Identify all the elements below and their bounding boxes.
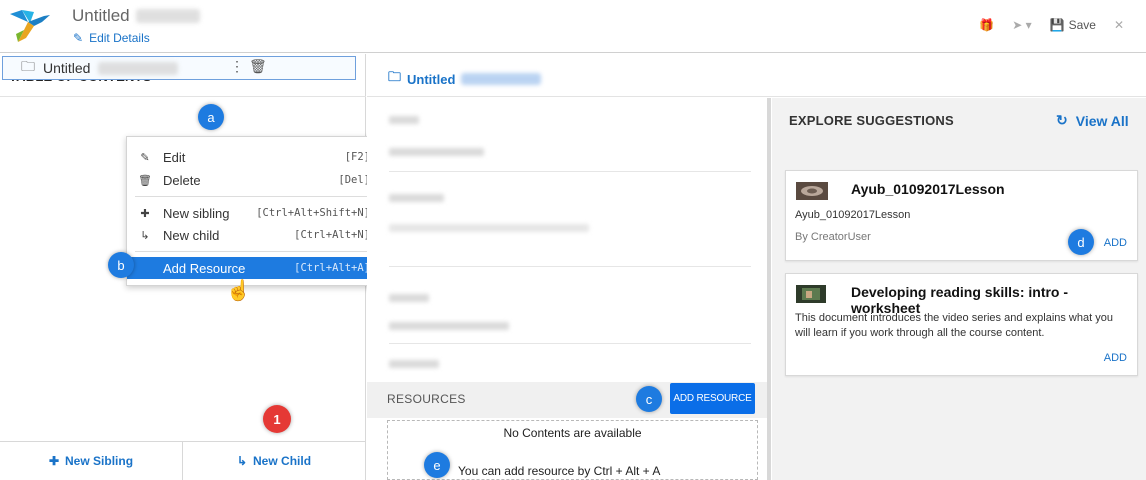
add-resource-hint: You can add resource by Ctrl + Alt + A bbox=[458, 464, 661, 478]
folder-icon: 🗀 bbox=[21, 58, 35, 74]
pencil-icon: ✎ bbox=[140, 151, 150, 164]
empty-message: No Contents are available bbox=[503, 426, 642, 440]
menu-divider bbox=[135, 251, 380, 252]
menu-item-delete[interactable]: 🗑 Delete [Del] bbox=[127, 169, 388, 191]
field-label-blurred bbox=[389, 360, 439, 368]
folder-icon: 🗀 bbox=[388, 69, 402, 84]
menu-label: Delete bbox=[163, 172, 201, 188]
toc-node-root[interactable]: 🗀 Untitled bbox=[2, 56, 356, 80]
new-child-label: New Child bbox=[253, 454, 312, 468]
add-suggestion-button[interactable]: ADD bbox=[1104, 237, 1127, 249]
hummingbird-logo bbox=[10, 10, 50, 42]
field-value-blurred bbox=[389, 224, 589, 232]
field-label-blurred bbox=[389, 148, 484, 156]
more-vertical-icon[interactable]: ⋮ bbox=[230, 58, 244, 75]
hand-cursor-icon: ☝ bbox=[226, 280, 251, 302]
edit-details-label: Edit Details bbox=[89, 31, 150, 45]
add-resource-button[interactable]: ADD RESOURCE bbox=[670, 383, 755, 414]
child-arrow-icon: ↳ bbox=[236, 454, 248, 468]
menu-label: New sibling bbox=[163, 205, 230, 221]
save-button[interactable]: 💾 Save bbox=[1050, 18, 1096, 32]
suggestions-title: EXPLORE SUGGESTIONS bbox=[789, 113, 954, 128]
worksheet-thumbnail bbox=[796, 285, 826, 303]
scrollbar[interactable] bbox=[767, 98, 771, 480]
resources-label: RESOURCES bbox=[387, 392, 466, 406]
edit-details-link[interactable]: ✎ Edit Details bbox=[73, 31, 150, 45]
menu-label: Edit bbox=[163, 149, 186, 165]
card-author: By CreatorUser bbox=[795, 231, 871, 243]
field-label-blurred bbox=[389, 294, 429, 302]
redacted-breadcrumb bbox=[461, 73, 542, 85]
field-input[interactable] bbox=[389, 343, 751, 344]
marker-1: 1 bbox=[263, 405, 291, 433]
title-text: Untitled bbox=[72, 6, 130, 25]
header-actions: 🎁 ➤ ▾ 💾 Save ✕ bbox=[979, 18, 1124, 32]
menu-item-new-child[interactable]: ↳ New child [Ctrl+Alt+N] bbox=[127, 224, 388, 246]
close-icon[interactable]: ✕ bbox=[1114, 18, 1124, 32]
menu-item-edit[interactable]: ✎ Edit [F2] bbox=[127, 146, 388, 168]
field-label-blurred bbox=[389, 116, 419, 124]
gift-icon[interactable]: 🎁 bbox=[979, 18, 994, 32]
marker-e: e bbox=[424, 452, 450, 478]
save-label: Save bbox=[1068, 18, 1096, 32]
add-suggestion-button[interactable]: ADD bbox=[1104, 352, 1127, 364]
breadcrumb-label: Untitled bbox=[407, 71, 456, 87]
save-icon: 💾 bbox=[1049, 18, 1065, 32]
menu-divider bbox=[135, 196, 380, 197]
title-input[interactable] bbox=[389, 171, 751, 172]
marker-a: a bbox=[198, 104, 224, 130]
document-title[interactable]: Untitled bbox=[72, 6, 200, 26]
redacted-title bbox=[135, 9, 200, 23]
field-value-blurred bbox=[389, 322, 509, 330]
marker-b: b bbox=[108, 252, 134, 278]
new-sibling-button[interactable]: ✚ New Sibling bbox=[0, 442, 183, 480]
trash-icon[interactable]: 🗑 bbox=[249, 58, 267, 75]
marker-c: c bbox=[636, 386, 662, 412]
marker-d: d bbox=[1068, 229, 1094, 255]
view-all-label: View All bbox=[1075, 112, 1129, 129]
plus-icon: ✚ bbox=[140, 207, 150, 220]
card-subtitle: Ayub_01092017Lesson bbox=[795, 209, 911, 221]
description-input[interactable] bbox=[389, 266, 751, 267]
child-arrow-icon: ↳ bbox=[140, 229, 150, 242]
redacted-node-name bbox=[98, 61, 179, 75]
refresh-icon: ↻ bbox=[1056, 112, 1068, 128]
video-thumbnail bbox=[796, 182, 828, 200]
toc-node-label: Untitled bbox=[43, 60, 91, 76]
new-sibling-label: New Sibling bbox=[65, 454, 134, 468]
menu-label: Add Resource bbox=[163, 260, 246, 276]
toc-bottom-bar: ✚ New Sibling ↳ New Child bbox=[0, 441, 366, 480]
menu-label: New child bbox=[163, 227, 220, 243]
new-child-button[interactable]: ↳ New Child bbox=[183, 442, 366, 480]
breadcrumb[interactable]: 🗀 Untitled bbox=[388, 68, 542, 90]
card-title: Ayub_01092017Lesson bbox=[851, 181, 1005, 197]
node-actions: ⋮ 🗑 bbox=[230, 58, 267, 75]
field-label-blurred bbox=[389, 194, 444, 202]
plus-icon: ✚ bbox=[48, 454, 60, 468]
menu-item-new-sibling[interactable]: ✚ New sibling [Ctrl+Alt+Shift+N] bbox=[127, 202, 388, 224]
suggestion-card[interactable]: Developing reading skills: intro - works… bbox=[785, 273, 1138, 376]
view-all-link[interactable]: ↻ View All bbox=[1056, 112, 1129, 129]
send-icon[interactable]: ➤ ▾ bbox=[1012, 18, 1031, 32]
menu-item-add-resource[interactable]: Add Resource [Ctrl+Alt+A] bbox=[127, 257, 388, 279]
edit-icon: ✎ bbox=[73, 31, 84, 45]
trash-icon: 🗑 bbox=[138, 174, 152, 187]
context-menu: ✎ Edit [F2] 🗑 Delete [Del] ✚ New sibling… bbox=[126, 136, 389, 286]
card-description: This document introduces the video serie… bbox=[795, 312, 1113, 339]
